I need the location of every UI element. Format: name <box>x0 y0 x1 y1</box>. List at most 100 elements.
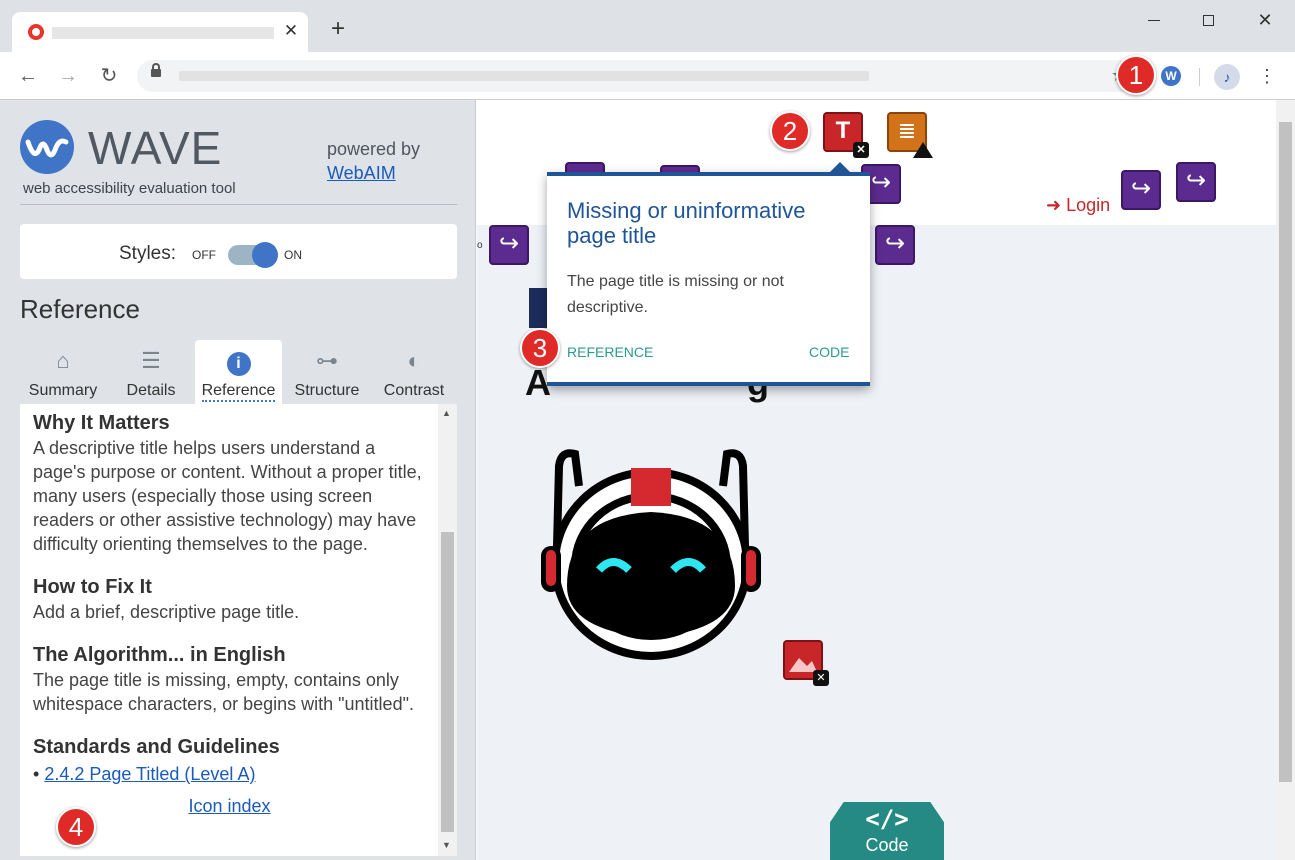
wave-subtitle: web accessibility evaluation tool <box>23 180 236 197</box>
sidebar-divider <box>20 204 457 205</box>
why-heading: Why It Matters <box>33 412 170 434</box>
scroll-up-icon[interactable]: ▲ <box>442 408 451 418</box>
tab-label: Details <box>126 382 176 399</box>
maximize-button[interactable] <box>1197 9 1219 31</box>
panel-heading: Reference <box>20 294 140 324</box>
webaim-link[interactable]: WebAIM <box>327 163 396 183</box>
login-link[interactable]: ➜ Login <box>1046 195 1110 216</box>
robot-illustration <box>541 449 761 660</box>
new-tab-button[interactable]: + <box>326 17 350 42</box>
scroll-thumb[interactable] <box>441 532 454 832</box>
list-icon: ☰ <box>141 348 161 373</box>
powered-by: powered by WebAIM <box>327 137 420 185</box>
icon-index: Icon index <box>33 796 426 817</box>
popup-reference-link[interactable]: REFERENCE <box>567 344 653 360</box>
tab-favicon-icon <box>28 24 44 40</box>
minimize-icon <box>1148 20 1160 21</box>
aria-icon[interactable]: ↪ <box>875 225 915 265</box>
toggle-knob <box>252 242 278 268</box>
aria-icon[interactable]: ↪ <box>1176 162 1216 202</box>
styles-label: Styles: <box>119 243 177 264</box>
forward-button[interactable]: → <box>56 64 80 88</box>
tab-label: Contrast <box>383 382 445 399</box>
powered-by-label: powered by <box>327 139 421 159</box>
standard-link[interactable]: 2.4.2 Page Titled (Level A) <box>44 764 255 784</box>
profile-avatar[interactable]: ♪ <box>1214 64 1240 90</box>
scroll-down-icon[interactable]: ▼ <box>442 840 451 850</box>
window-close-button[interactable]: ✕ <box>1254 9 1276 31</box>
callout-marker: 1 <box>1116 55 1156 95</box>
tab-reference[interactable]: i Reference <box>195 340 282 404</box>
tab-summary[interactable]: ⌂ Summary <box>20 340 106 404</box>
toolbar-divider <box>1199 68 1200 86</box>
error-badge-icon: ✕ <box>853 142 869 158</box>
reload-button[interactable]: ↻ <box>97 64 121 88</box>
structure-icon: ⊶ <box>316 348 338 373</box>
reference-scrollbar[interactable]: ▲ ▼ <box>438 404 457 856</box>
back-button[interactable]: ← <box>16 64 40 88</box>
styles-off-label: OFF <box>192 248 216 262</box>
browser-tab[interactable]: ✕ <box>12 12 308 52</box>
callout-marker: 4 <box>56 807 96 847</box>
page-scroll-thumb[interactable] <box>1279 122 1292 782</box>
error-badge-icon: ✕ <box>813 670 829 686</box>
alert-triangle-icon: ! <box>913 142 933 168</box>
icon-index-link[interactable]: Icon index <box>188 796 270 816</box>
minimize-button[interactable] <box>1143 9 1165 31</box>
algorithm-text: The page title is missing, empty, contai… <box>33 670 414 714</box>
code-icon: </> <box>865 805 909 833</box>
fix-heading: How to Fix It <box>33 576 152 598</box>
tab-details[interactable]: ☰ Details <box>108 340 194 404</box>
contrast-icon: ◐ <box>407 348 421 373</box>
popup-title: Missing or uninformative page title <box>567 198 806 248</box>
code-label: Code <box>865 835 909 855</box>
algorithm-heading: The Algorithm... in English <box>33 644 286 666</box>
tab-label: Structure <box>294 382 360 399</box>
wave-issue-popup: Missing or uninformative page title The … <box>547 162 870 386</box>
document-alert-icon[interactable]: ≣ ! <box>887 112 933 168</box>
callout-marker: 2 <box>770 111 810 151</box>
address-bar[interactable]: ★ <box>137 60 1153 92</box>
tab-label: Reference <box>201 382 276 402</box>
url-redacted <box>179 71 869 81</box>
code-panel-toggle[interactable]: </> Code <box>830 802 944 860</box>
wave-logo-icon <box>20 120 74 174</box>
missing-title-error-icon[interactable]: T ✕ <box>823 112 869 158</box>
browser-menu-icon[interactable]: ⋮ <box>1257 64 1277 88</box>
reference-content: Why It Matters A descriptive title helps… <box>20 404 438 856</box>
list-item: 2.4.2 Page Titled (Level A) <box>33 762 426 786</box>
popup-code-link[interactable]: CODE <box>809 344 849 360</box>
standards-list: 2.4.2 Page Titled (Level A) <box>33 762 426 786</box>
error-letter: T <box>835 117 851 144</box>
aria-icon[interactable]: ↪ <box>1121 170 1161 210</box>
image-alt-error-icon[interactable]: ✕ <box>783 640 829 686</box>
styles-on-label: ON <box>284 248 302 262</box>
wave-title: WAVE <box>88 122 223 174</box>
panel-tabs: ⌂ Summary ☰ Details i Reference ⊶ Struct… <box>20 340 457 404</box>
page-logo-fragment <box>529 288 549 328</box>
standards-heading: Standards and Guidelines <box>33 736 280 758</box>
tab-title-redacted <box>52 27 274 39</box>
info-icon: i <box>226 352 251 376</box>
maximize-icon <box>1202 15 1214 26</box>
tab-close-icon[interactable]: ✕ <box>280 20 302 42</box>
browser-tab-strip: ✕ + ✕ <box>0 0 1295 52</box>
aria-icon[interactable]: ↪ <box>489 225 529 265</box>
popup-body: The page title is missing or not descrip… <box>567 273 784 316</box>
wave-extension-icon[interactable]: W <box>1161 66 1181 86</box>
browser-toolbar: ← → ↻ ★ W ♪ ⋮ <box>0 52 1295 100</box>
login-label: Login <box>1066 195 1111 215</box>
fix-text: Add a brief, descriptive page title. <box>33 602 300 622</box>
home-icon: ⌂ <box>56 348 70 373</box>
tab-contrast[interactable]: ◐ Contrast <box>371 340 457 404</box>
login-icon: ➜ <box>1046 195 1067 215</box>
tab-structure[interactable]: ⊶ Structure <box>284 340 370 404</box>
styles-toggle[interactable] <box>228 242 278 268</box>
page-scrollbar[interactable] <box>1276 100 1295 860</box>
lock-icon <box>151 63 161 77</box>
why-text: A descriptive title helps users understa… <box>33 438 422 554</box>
page-viewport: o A g T ✕ ≣ ! ↪ ↪ ↪ ↪ ↪ ↪ ↪ ➜ Login ✕ <box>477 100 1295 860</box>
partial-text: o <box>477 240 483 251</box>
styles-toggle-box: Styles: OFF ON <box>20 224 457 279</box>
wave-sidebar: WAVE web accessibility evaluation tool p… <box>0 100 476 860</box>
